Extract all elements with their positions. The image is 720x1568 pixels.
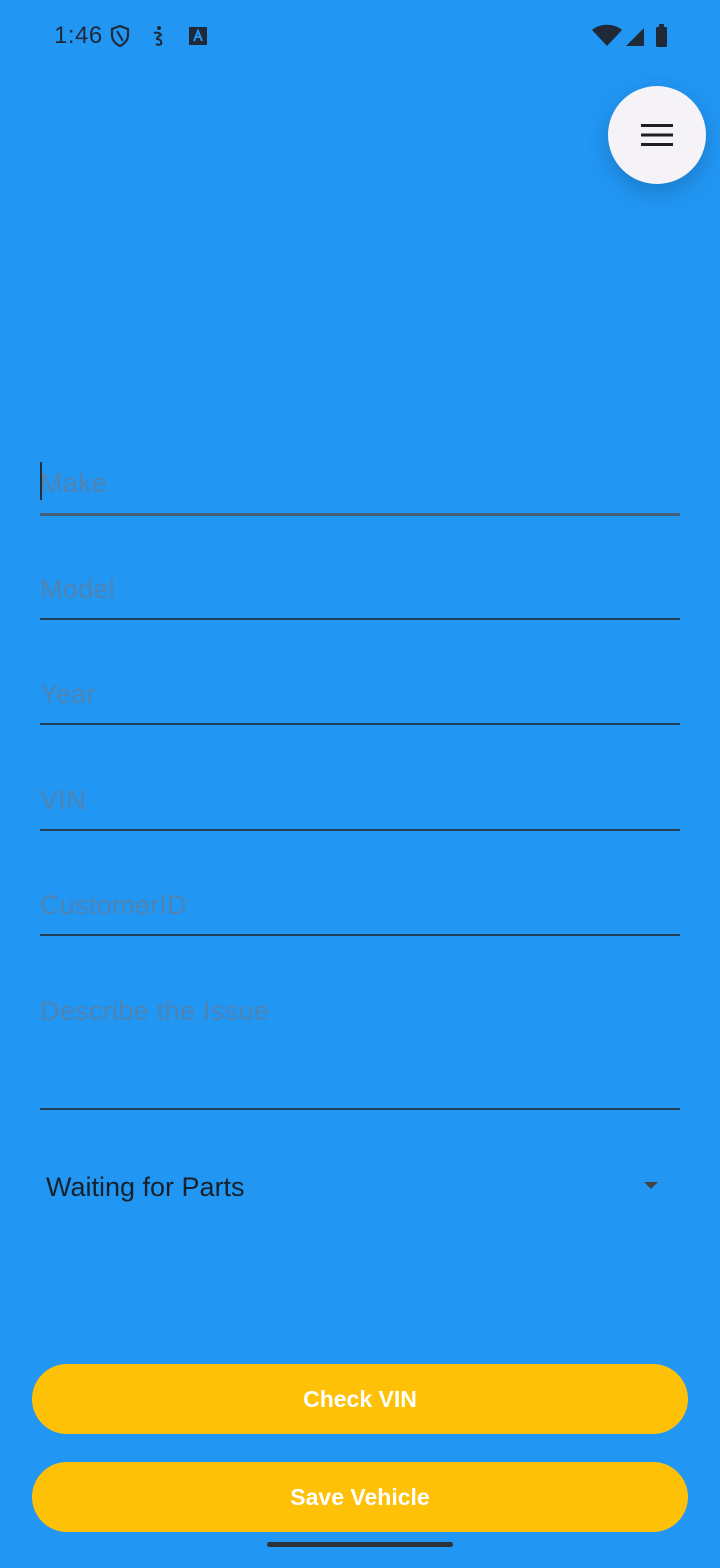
vin-placeholder: VIN xyxy=(40,785,86,815)
hamburger-menu-icon xyxy=(641,124,673,146)
issue-description-field[interactable]: Describe the Issue xyxy=(40,978,680,1110)
year-field[interactable]: Year xyxy=(40,661,680,725)
notification-a-icon xyxy=(186,24,210,48)
status-right-icons xyxy=(592,24,672,48)
check-vin-label: Check VIN xyxy=(303,1385,417,1412)
make-field[interactable]: Make xyxy=(40,450,680,516)
shield-icon xyxy=(108,24,132,48)
model-placeholder: Model xyxy=(40,574,116,604)
menu-button[interactable] xyxy=(608,86,706,184)
status-time: 1:46 xyxy=(54,22,103,49)
customer-id-field[interactable]: CustomerID xyxy=(40,872,680,936)
home-indicator[interactable] xyxy=(267,1542,453,1547)
status-bar: 1:46 xyxy=(0,0,720,74)
caret-down-icon xyxy=(644,1182,658,1189)
status-dropdown-value: Waiting for Parts xyxy=(46,1172,245,1202)
battery-icon xyxy=(656,24,667,47)
issue-placeholder: Describe the Issue xyxy=(40,996,270,1026)
year-placeholder: Year xyxy=(40,679,96,709)
save-vehicle-button[interactable]: Save Vehicle xyxy=(32,1462,688,1532)
wifi-icon xyxy=(592,24,622,46)
signal-icon xyxy=(626,28,644,46)
accessibility-icon xyxy=(146,24,170,48)
model-field[interactable]: Model xyxy=(40,556,680,620)
customer-id-placeholder: CustomerID xyxy=(40,890,188,920)
save-vehicle-label: Save Vehicle xyxy=(290,1483,430,1510)
make-placeholder: Make xyxy=(40,468,108,498)
vin-field[interactable]: VIN xyxy=(40,767,680,831)
status-dropdown[interactable]: Waiting for Parts xyxy=(40,1150,670,1222)
check-vin-button[interactable]: Check VIN xyxy=(32,1364,688,1434)
